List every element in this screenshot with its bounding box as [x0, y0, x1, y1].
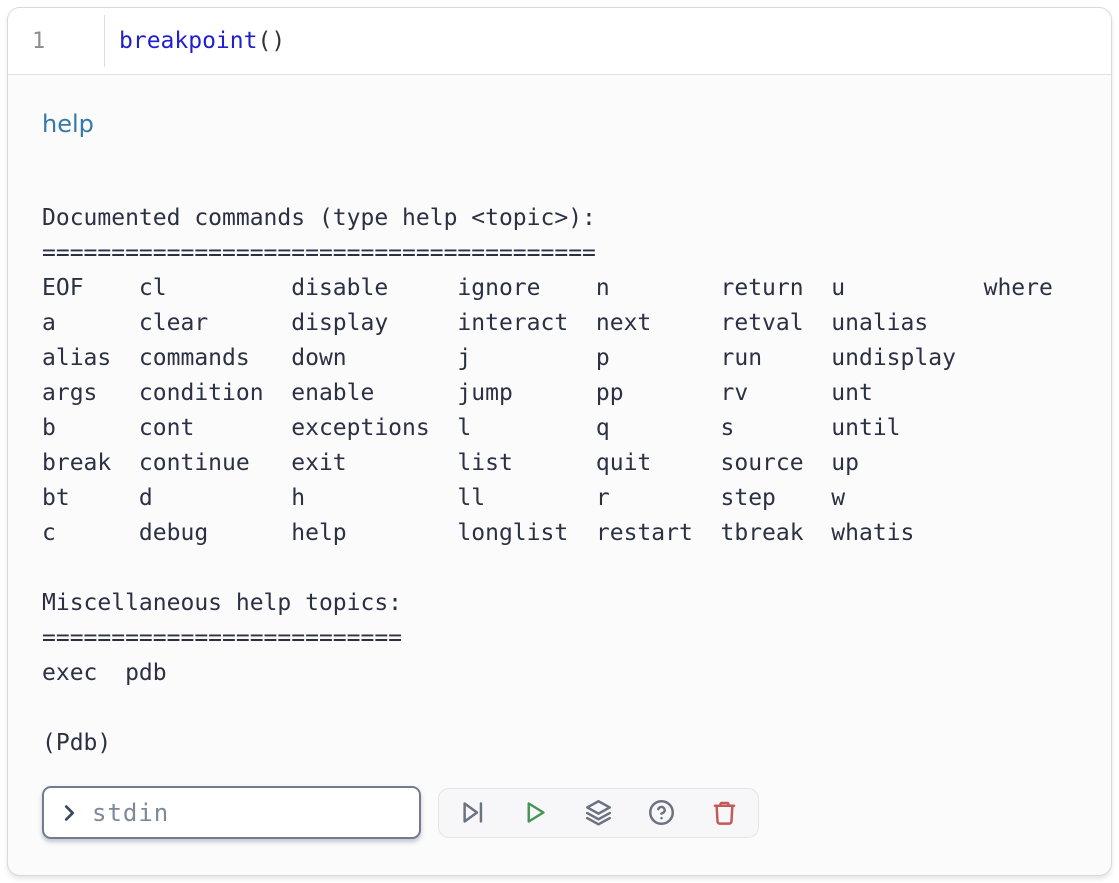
- code-editor-row: 1 breakpoint(): [8, 8, 1111, 75]
- play-icon: [522, 799, 549, 826]
- run-button[interactable]: [522, 799, 549, 826]
- chevron-right-icon: [58, 802, 80, 824]
- help-button[interactable]: [648, 799, 675, 826]
- step-forward-button[interactable]: [459, 799, 486, 826]
- help-circle-icon: [648, 799, 675, 826]
- stack-button[interactable]: [585, 799, 612, 826]
- echoed-command: help: [42, 109, 1077, 139]
- step-forward-icon: [459, 799, 486, 826]
- console-output-area: help Documented commands (type help <top…: [8, 75, 1111, 839]
- clear-button[interactable]: [711, 799, 738, 826]
- trash-icon: [711, 799, 738, 826]
- debugger-toolbar: [438, 788, 759, 838]
- stdin-input-group: [42, 786, 421, 839]
- pdb-help-output: Documented commands (type help <topic>):…: [42, 201, 1077, 691]
- layers-icon: [585, 799, 612, 826]
- pdb-prompt: (Pdb): [42, 726, 1077, 761]
- code-runner-widget: 1 breakpoint() help Documented commands …: [7, 7, 1112, 876]
- controls-row: [42, 786, 1077, 839]
- stdin-input[interactable]: [90, 798, 405, 828]
- line-number: 1: [8, 29, 104, 54]
- code-parens: (): [257, 28, 285, 54]
- code-function-name: breakpoint: [119, 28, 257, 54]
- code-line[interactable]: breakpoint(): [105, 28, 1111, 54]
